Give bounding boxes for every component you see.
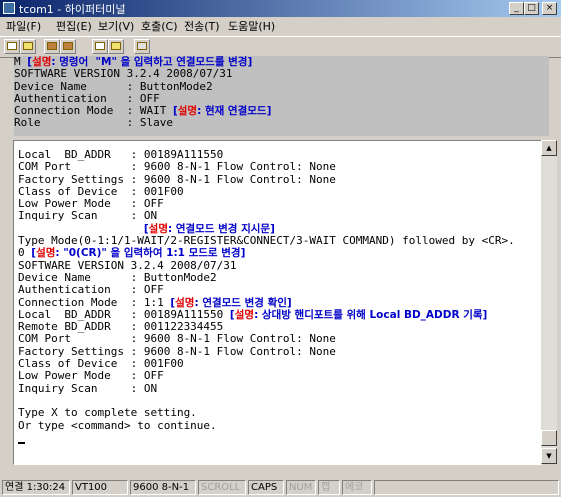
terminal-output: Local BD_ADDR : 00189A111550 <box>18 148 224 161</box>
app-icon <box>3 2 15 14</box>
disconnect-icon[interactable] <box>60 39 76 54</box>
maximize-button[interactable]: □ <box>524 2 539 15</box>
terminal-output: COM Port : 9600 8-N-1 Flow Control: None <box>18 160 336 174</box>
annotation-text: : 연결모드 변경 확인] <box>194 296 292 309</box>
terminal-output: Class of Device : 001F00 <box>18 184 184 198</box>
terminal-output: Role : Slave <box>14 116 173 130</box>
scroll-thumb[interactable] <box>541 430 557 446</box>
annotation-text: 설명 <box>177 105 198 118</box>
open-folder-icon[interactable] <box>20 39 36 54</box>
scroll-indicator: SCROLL <box>198 480 246 495</box>
title-bar[interactable]: tcom1 - 하이퍼터미널 _ □ × <box>0 0 561 17</box>
terminal-output: Local BD_ADDR : 00189A111550 <box>18 307 230 321</box>
window-title: tcom1 - 하이퍼터미널 <box>19 3 126 16</box>
annotation-text: : 상대방 핸디포트를 위해 Local BD_ADDR 기록] <box>254 308 488 321</box>
toolbar <box>0 36 561 58</box>
menu-help[interactable]: 도움말(H) <box>228 18 275 34</box>
status-bar: 연결 1:30:24 VT100 9600 8-N-1 SCROLL CAPS … <box>0 478 561 497</box>
capture-indicator: 캡 <box>318 480 340 495</box>
connection-time: 연결 1:30:24 <box>2 480 70 495</box>
terminal-text: Local BD_ADDR : 00189A111550 COM Port : 9… <box>18 148 515 445</box>
num-indicator: NUM <box>286 480 316 495</box>
annotation-text: 설명 <box>175 296 195 309</box>
annotation-text: : "0(CR)" 을 입력하여 1:1 모드로 변경] <box>55 247 246 260</box>
properties-icon[interactable] <box>134 39 150 54</box>
terminal-output: Low Power Mode : OFF <box>18 197 164 211</box>
send-file-icon[interactable] <box>92 39 108 54</box>
menu-file[interactable]: 파일(F) <box>6 18 41 34</box>
status-spacer <box>374 480 559 495</box>
terminal-output: Remote BD_ADDR : 001122334455 <box>18 320 224 334</box>
port-settings: 9600 8-N-1 <box>130 480 196 495</box>
terminal-output: Class of Device : 001F00 <box>18 357 184 371</box>
caps-indicator: CAPS <box>248 480 284 495</box>
terminal-output: Authentication : OFF <box>14 91 160 105</box>
text-cursor <box>18 442 25 445</box>
menu-call[interactable]: 호출(C) <box>141 18 178 34</box>
annotation-text: : 현재 연결모드] <box>197 105 272 118</box>
annotation-text: 설명 <box>148 222 168 235</box>
terminal-output: Device Name : ButtonMode2 <box>14 79 213 93</box>
terminal-line: Inquiry Scan : ON <box>18 381 515 395</box>
terminal-output: COM Port : 9600 8-N-1 Flow Control: None <box>18 332 336 346</box>
new-connection-icon[interactable] <box>4 39 20 54</box>
terminal-output: Factory Settings : 9600 8-N-1 Flow Contr… <box>18 344 336 358</box>
annotation-text: 설명 <box>234 308 255 321</box>
menu-transfer[interactable]: 전송(T) <box>184 18 220 34</box>
annotation-text: 설명 <box>36 247 56 260</box>
annotation-text: : 연결모드 변경 지시문] <box>167 222 275 235</box>
terminal-output <box>18 222 144 235</box>
emulation-type: VT100 <box>72 480 128 495</box>
terminal-output: 0 <box>18 246 32 260</box>
terminal-output: SOFTWARE VERSION 3.2.4 2008/07/31 <box>18 258 237 272</box>
annotation-text: : 명령어 "M" 을 입력하고 연결모드를 변경] <box>51 56 253 68</box>
terminal-output: Device Name : ButtonMode2 <box>18 270 217 284</box>
scroll-up-button[interactable]: ▲ <box>541 140 557 156</box>
minimize-button[interactable]: _ <box>509 2 524 15</box>
terminal-line: Role : Slave <box>14 117 549 129</box>
terminal-output: Factory Settings : 9600 8-N-1 Flow Contr… <box>18 172 336 186</box>
terminal-screen[interactable]: Local BD_ADDR : 00189A111550 COM Port : 9… <box>13 140 542 465</box>
receive-file-icon[interactable] <box>108 39 124 54</box>
terminal-line: Or type <command> to continue. <box>18 418 515 432</box>
call-icon[interactable] <box>44 39 60 54</box>
terminal-output: Type Mode(0-1:1/1-WAIT/2-REGISTER&CONNEC… <box>18 234 515 248</box>
terminal-output: SOFTWARE VERSION 3.2.4 2008/07/31 <box>14 67 233 81</box>
terminal-output: Low Power Mode : OFF <box>18 369 164 383</box>
menu-bar: 파일(F) 편집(E) 보기(V) 호출(C) 전송(T) 도움말(H) <box>0 17 561 35</box>
close-button[interactable]: × <box>542 2 557 15</box>
terminal-line: Type Mode(0-1:1/1-WAIT/2-REGISTER&CONNEC… <box>18 234 515 248</box>
annotation-text: 설명 <box>32 56 52 68</box>
terminal-history-text: M [설명: 명령어 "M" 을 입력하고 연결모드를 변경] SOFTWARE … <box>14 56 549 136</box>
terminal-output: M <box>14 56 28 68</box>
terminal-output: Or type <command> to continue. <box>18 418 217 432</box>
terminal-output: Connection Mode : WAIT <box>14 104 173 118</box>
echo-indicator: 에코 <box>342 480 372 495</box>
terminal-output: Type X to complete setting. <box>18 406 197 420</box>
terminal-output: Inquiry Scan : ON <box>18 381 158 395</box>
terminal-output: Connection Mode : 1:1 <box>18 295 171 309</box>
menu-view[interactable]: 보기(V) <box>98 18 134 34</box>
terminal-line <box>18 432 515 445</box>
vertical-scrollbar[interactable]: ▲ ▼ <box>541 140 557 464</box>
terminal-output: Inquiry Scan : ON <box>18 209 158 223</box>
scroll-down-button[interactable]: ▼ <box>541 448 557 464</box>
terminal-output: Authentication : OFF <box>18 283 164 297</box>
menu-edit[interactable]: 편집(E) <box>56 18 92 34</box>
